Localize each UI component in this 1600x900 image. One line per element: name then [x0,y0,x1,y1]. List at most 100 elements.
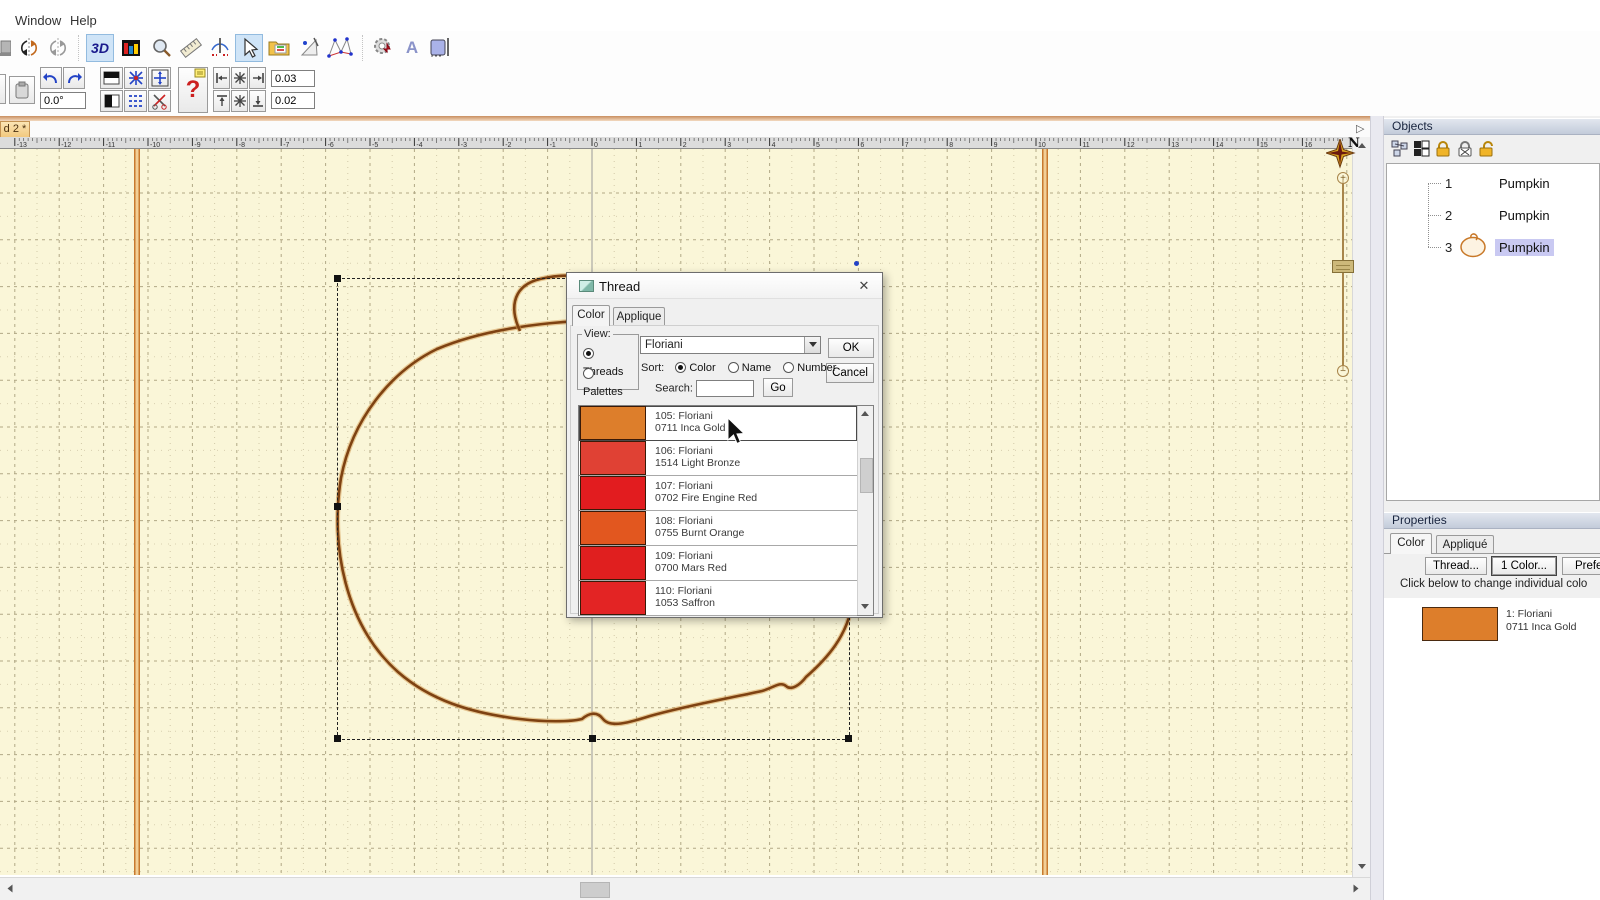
spacing-bottom-input[interactable] [271,92,315,109]
close-icon[interactable]: ✕ [856,278,872,294]
thread-list-item[interactable]: 108: Floriani 0755 Burnt Orange [579,511,857,546]
flip-horizontal-icon[interactable] [15,34,43,62]
ungroup-objects-icon[interactable] [1412,139,1430,157]
property-color-swatch[interactable] [1422,607,1498,641]
clipboard-button[interactable] [9,76,35,104]
ok-button[interactable]: OK [828,338,874,358]
zoom-slider-handle[interactable] [1332,260,1354,273]
canvas-horizontal-scrollbar[interactable] [0,877,1370,900]
selection-handle-top-left[interactable] [334,275,341,282]
thread-list-item[interactable]: 110: Floriani 1053 Saffron [579,581,857,616]
stamp-icon[interactable] [0,34,14,62]
thread-color-swatch [580,546,646,580]
scroll-right-icon[interactable] [1354,885,1359,893]
canvas-zoom-slider[interactable]: + − [1330,172,1356,378]
one-color-button[interactable]: 1 Color... [1492,557,1556,575]
scroll-thumb[interactable] [860,458,873,493]
center-horizontal-icon[interactable] [231,67,248,89]
partial-button[interactable] [0,74,6,104]
thread-color-swatch [580,511,646,545]
scroll-left-icon[interactable] [8,885,13,893]
dialog-title-bar[interactable]: Thread ✕ [567,273,882,299]
sort-number-radio[interactable]: Number [783,362,836,374]
preferences-button[interactable]: Preferen [1562,557,1600,575]
background-mode-icon[interactable] [100,67,123,89]
properties-tab-applique[interactable]: Appliqué [1436,535,1494,554]
select-tool-icon[interactable] [235,34,263,62]
thread-list[interactable]: 105: Floriani 0711 Inca Gold 106: Floria… [578,405,874,616]
redo-button[interactable] [63,67,85,89]
unlock-icon[interactable] [1478,139,1496,157]
align-right-icon[interactable] [249,67,266,89]
scroll-down-icon[interactable] [861,604,869,609]
object-item-3-selected[interactable]: Pumpkin [1495,239,1554,256]
measure-ruler-icon[interactable] [177,34,205,62]
flip-vertical-icon[interactable] [44,34,72,62]
thread-list-item[interactable]: 109: Floriani 0700 Mars Red [579,546,857,581]
thread-list-item[interactable]: 105: Floriani 0711 Inca Gold [579,406,857,441]
zoom-slider-track [1342,180,1344,370]
expand-arrows-icon[interactable] [124,67,147,89]
lock-x-icon[interactable] [1456,139,1474,157]
align-top-icon[interactable] [213,90,230,112]
thread-list-item[interactable]: 107: Floriani 0702 Fire Engine Red [579,476,857,511]
sort-name-radio[interactable]: Name [728,362,771,374]
radio-icon [583,368,594,379]
color-chart-icon[interactable] [117,34,145,62]
properties-tab-color[interactable]: Color [1390,533,1432,554]
dialog-tab-color[interactable]: Color [572,305,610,326]
align-left-icon[interactable] [213,67,230,89]
selection-handle-bottom-center[interactable] [589,735,596,742]
compass-north-label: N [1348,136,1360,151]
sort-color-radio[interactable]: Color [675,362,715,374]
3d-view-button[interactable]: 3D [86,34,114,62]
help-button[interactable]: ? [178,67,208,113]
object-item-1[interactable]: Pumpkin [1495,175,1554,192]
lock-icon[interactable] [1434,139,1452,157]
spacing-top-input[interactable] [271,70,315,87]
application-window: Window Help 3D [0,0,1600,900]
view-palettes-radio[interactable]: Palettes [583,364,638,400]
objects-list[interactable]: 1 Pumpkin 2 Pumpkin 3 Pumpkin [1386,163,1600,501]
thread-color-swatch [580,476,646,510]
tree-line [1428,183,1441,185]
thread-list-scrollbar[interactable] [857,406,873,615]
scroll-down-icon[interactable] [1358,864,1366,869]
menu-help[interactable]: Help [70,13,97,28]
document-tab[interactable]: d 2 * [0,121,30,137]
text-tool-icon[interactable]: A [398,34,426,62]
scissors-icon[interactable] [148,90,171,112]
stitch-needle-icon[interactable] [206,34,234,62]
align-bottom-icon[interactable] [249,90,266,112]
rotation-input[interactable] [40,92,86,109]
selection-handle-bottom-right[interactable] [845,735,852,742]
fit-view-icon[interactable] [148,67,171,89]
search-input[interactable] [696,380,754,397]
panel-splitter[interactable] [1370,116,1384,900]
shape-sail-icon[interactable] [296,34,324,62]
zoom-out-button[interactable]: − [1337,365,1349,377]
applique-tool-icon[interactable] [427,34,455,62]
dropdown-button[interactable] [804,337,820,353]
thread-button[interactable]: Thread... [1425,557,1487,575]
contrast-icon[interactable] [100,90,123,112]
horizontal-scroll-thumb[interactable] [580,882,610,898]
mesh-points-icon[interactable] [326,34,354,62]
zoom-tool-icon[interactable] [148,34,176,62]
center-vertical-icon[interactable] [231,90,248,112]
selection-handle-bottom-left[interactable] [334,735,341,742]
stitch-list-icon[interactable] [124,90,147,112]
thread-list-item[interactable]: 106: Floriani 1514 Light Bronze [579,441,857,476]
dialog-tab-applique[interactable]: Applique [613,307,665,326]
scroll-up-icon[interactable] [861,411,869,416]
brand-dropdown[interactable]: Floriani [640,336,821,354]
go-button[interactable]: Go [763,378,793,397]
menu-window[interactable]: Window [15,13,61,28]
sequence-view-icon[interactable] [265,34,293,62]
group-objects-icon[interactable] [1390,139,1408,157]
tab-scroll-arrow-icon[interactable]: ▷ [1356,122,1364,135]
settings-gear-icon[interactable] [369,34,397,62]
object-item-2[interactable]: Pumpkin [1495,207,1554,224]
selection-handle-mid-left[interactable] [334,503,341,510]
undo-button[interactable] [40,67,62,89]
